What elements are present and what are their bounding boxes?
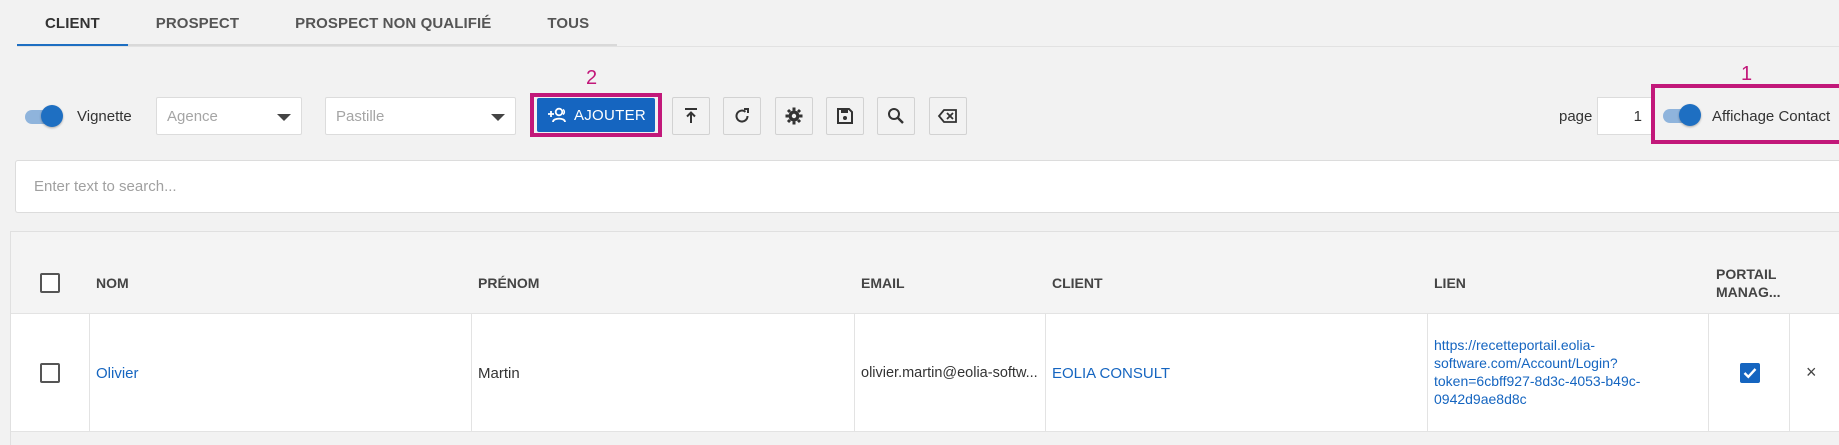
chevron-down-icon [491, 114, 505, 121]
contacts-grid: NOM PRÉNOM EMAIL CLIENT LIEN PORTAIL MAN… [10, 231, 1839, 445]
add-button-label: AJOUTER [573, 106, 647, 124]
page-label: page [1559, 108, 1593, 125]
clear-filter-button[interactable] [929, 97, 967, 135]
add-button[interactable]: AJOUTER [537, 98, 655, 132]
tab-tous[interactable]: TOUS [519, 0, 618, 47]
upload-top-icon [685, 108, 697, 123]
header-nom[interactable]: NOM [96, 275, 129, 291]
pastille-placeholder: Pastille [336, 108, 385, 125]
vignette-toggle[interactable] [23, 105, 63, 127]
search-input[interactable]: Enter text to search... [15, 160, 1839, 213]
export-top-button[interactable] [672, 97, 710, 135]
cell-lien-link[interactable]: https://recetteportail.eolia- software.c… [1434, 336, 1640, 408]
annotation-number-2: 2 [586, 67, 598, 89]
row-checkbox[interactable] [40, 363, 60, 383]
table-row[interactable]: Olivier Martin olivier.martin@eolia-soft… [11, 314, 1839, 432]
affichage-contact-label: Affichage Contact [1712, 108, 1831, 125]
settings-button[interactable] [775, 97, 813, 135]
grid-header: NOM PRÉNOM EMAIL CLIENT LIEN PORTAIL MAN… [11, 232, 1839, 314]
lien-line-1: https://recetteportail.eolia- [1434, 337, 1596, 353]
page-number-input[interactable]: 1 [1597, 97, 1653, 135]
close-icon[interactable]: × [1806, 362, 1817, 383]
cell-email: olivier.martin@eolia-softw... [861, 365, 1038, 381]
tab-divider [17, 46, 1839, 47]
gear-icon [785, 107, 803, 125]
header-client[interactable]: CLIENT [1052, 275, 1103, 291]
vignette-label: Vignette [77, 108, 132, 125]
header-portail-manager[interactable]: PORTAIL MANAG... [1716, 265, 1781, 301]
page-root: CLIENT PROSPECT PROSPECT NON QUALIFIÉ TO… [0, 0, 1839, 445]
header-portail-line1: PORTAIL [1716, 266, 1777, 282]
search-button[interactable] [877, 97, 915, 135]
portail-checkbox[interactable] [1740, 363, 1760, 383]
save-icon [837, 108, 853, 124]
tab-prospect-non-qualifie[interactable]: PROSPECT NON QUALIFIÉ [267, 0, 520, 47]
lien-line-4: 0942d9ae8d8c [1434, 391, 1527, 407]
add-user-icon [547, 107, 566, 123]
chevron-down-icon [277, 114, 291, 121]
checkmark-icon [1743, 368, 1757, 379]
refresh-button[interactable] [723, 97, 761, 135]
cell-nom-link[interactable]: Olivier [96, 365, 139, 382]
affichage-contact-toggle[interactable] [1661, 104, 1701, 126]
agence-placeholder: Agence [167, 108, 218, 125]
cell-prenom: Martin [478, 365, 520, 382]
backspace-icon [937, 109, 957, 123]
header-prenom[interactable]: PRÉNOM [478, 275, 539, 291]
refresh-icon [735, 108, 749, 123]
cell-client-link[interactable]: EOLIA CONSULT [1052, 365, 1170, 382]
header-email[interactable]: EMAIL [861, 275, 905, 291]
save-button[interactable] [826, 97, 864, 135]
pastille-select[interactable]: Pastille [325, 97, 516, 135]
lien-line-2: software.com/Account/Login? [1434, 355, 1618, 371]
annotation-number-1: 1 [1741, 63, 1753, 85]
agence-select[interactable]: Agence [156, 97, 302, 135]
tab-bar: CLIENT PROSPECT PROSPECT NON QUALIFIÉ TO… [17, 0, 618, 47]
header-portail-line2: MANAG... [1716, 284, 1781, 300]
search-icon [888, 108, 904, 124]
tab-prospect[interactable]: PROSPECT [127, 0, 268, 47]
select-all-checkbox[interactable] [40, 273, 60, 293]
lien-line-3: token=6cbff927-8d3c-4053-b49c- [1434, 373, 1641, 389]
tab-client[interactable]: CLIENT [17, 0, 128, 47]
header-lien[interactable]: LIEN [1434, 275, 1466, 291]
